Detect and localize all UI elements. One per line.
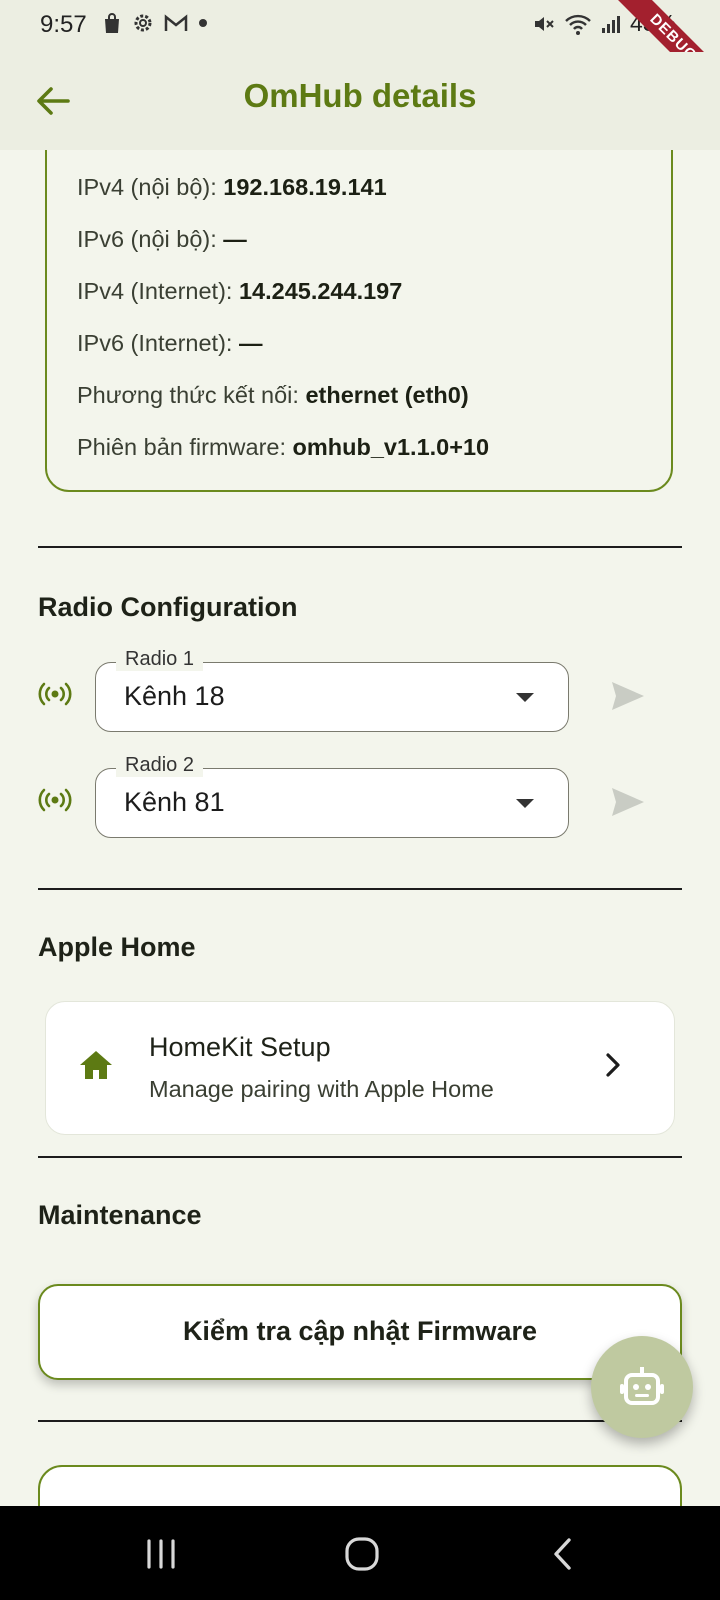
- homekit-title: HomeKit Setup: [149, 1032, 331, 1062]
- radio-signal-icon: [38, 682, 72, 706]
- home-icon: [80, 1051, 112, 1079]
- firmware-version-row: Phiên bản firmware: omhub_v1.1.0+10: [77, 434, 490, 460]
- radio-section-title: Radio Configuration: [38, 592, 298, 622]
- network-info-card: IPv4 (nội bộ): 192.168.19.141 IPv6 (nội …: [45, 150, 673, 492]
- page-title: OmHub details: [243, 77, 477, 114]
- recent-apps-icon: [147, 1539, 175, 1569]
- system-navigation-bar: [0, 1506, 720, 1600]
- section-divider: [38, 888, 682, 890]
- radio-2-send-button[interactable]: [610, 786, 646, 818]
- dot-icon: [199, 19, 207, 27]
- home-button[interactable]: [332, 1532, 392, 1576]
- homekit-setup-item[interactable]: HomeKit Setup Manage pairing with Apple …: [45, 1001, 675, 1135]
- check-firmware-update-label: Kiểm tra cập nhật Firmware: [182, 1316, 538, 1346]
- radio-2-row: Radio 2 Kênh 81: [38, 754, 682, 840]
- maintenance-section-title: Maintenance: [38, 1200, 202, 1230]
- radio-1-channel-select[interactable]: Radio 1 Kênh 18: [95, 648, 569, 732]
- section-divider: [38, 1420, 682, 1422]
- connection-method-row: Phương thức kết nối: ethernet (eth0): [77, 382, 469, 408]
- wifi-icon: [565, 14, 591, 35]
- caret-down-icon: [516, 693, 534, 702]
- gmail-icon: [164, 14, 188, 31]
- radio-2-channel-select[interactable]: Radio 2 Kênh 81: [95, 754, 569, 838]
- app-bar: OmHub details: [0, 52, 720, 150]
- partial-card: [38, 1465, 682, 1506]
- check-firmware-update-button[interactable]: Kiểm tra cập nhật Firmware: [38, 1284, 682, 1380]
- radio-2-label: Radio 2: [116, 754, 203, 777]
- radio-1-send-button[interactable]: [610, 680, 646, 712]
- ipv6-local-row: IPv6 (nội bộ): —: [77, 226, 247, 252]
- chevron-right-icon: [606, 1053, 620, 1077]
- caret-down-icon: [516, 799, 534, 808]
- radio-1-value: Kênh 18: [124, 681, 225, 711]
- section-divider: [38, 1156, 682, 1158]
- mute-icon: [534, 16, 554, 31]
- ipv4-local-row: IPv4 (nội bộ): 192.168.19.141: [77, 174, 387, 200]
- homekit-subtitle: Manage pairing with Apple Home: [149, 1076, 494, 1102]
- radio-signal-icon: [38, 788, 72, 812]
- status-bar: 9:57 43% DEBUG: [0, 0, 720, 107]
- assistant-fab[interactable]: [591, 1336, 693, 1438]
- settings-gear-icon: [134, 14, 152, 32]
- back-chevron-icon: [554, 1538, 571, 1570]
- notification-icons: [102, 12, 208, 34]
- shopping-bag-icon: [105, 13, 119, 33]
- robot-icon: [620, 1367, 664, 1405]
- recent-apps-button[interactable]: [131, 1532, 191, 1576]
- radio-1-label: Radio 1: [116, 648, 203, 671]
- ipv4-internet-row: IPv4 (Internet): 14.245.244.197: [77, 278, 403, 304]
- ipv6-internet-row: IPv6 (Internet): —: [77, 330, 263, 356]
- radio-1-row: Radio 1 Kênh 18: [38, 648, 682, 734]
- home-circle-icon: [345, 1537, 379, 1571]
- signal-icon: [601, 15, 620, 33]
- radio-2-value: Kênh 81: [124, 787, 225, 817]
- apple-home-section-title: Apple Home: [38, 932, 196, 962]
- details-scroll-view[interactable]: IPv4 (nội bộ): 192.168.19.141 IPv6 (nội …: [0, 150, 720, 1506]
- section-divider: [38, 546, 682, 548]
- status-time: 9:57: [40, 11, 87, 38]
- back-nav-button[interactable]: [533, 1532, 593, 1576]
